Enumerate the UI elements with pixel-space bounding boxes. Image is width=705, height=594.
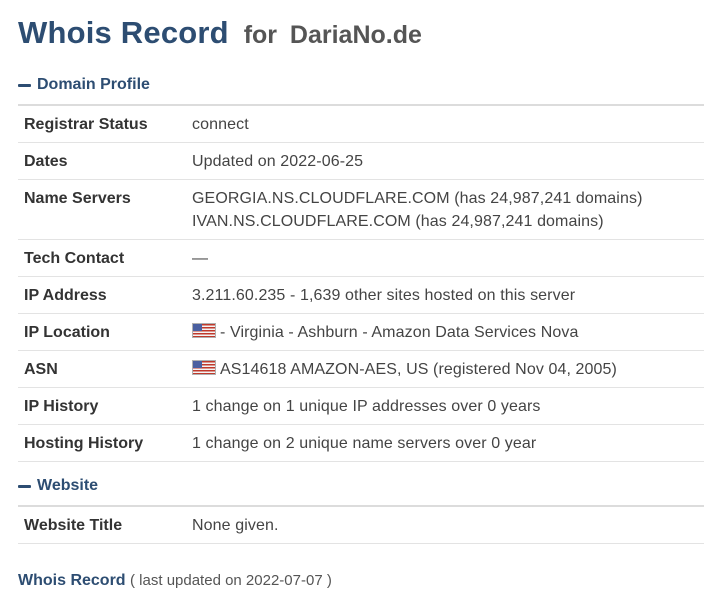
- minus-icon[interactable]: [18, 484, 31, 488]
- page-title-for: for: [243, 21, 278, 49]
- ip-address-label: IP Address: [18, 276, 192, 314]
- footer-last-updated: ( last updated on 2022-07-07 ): [130, 572, 332, 589]
- ip-address-value[interactable]: 3.211.60.235 - 1,639 other sites hosted …: [192, 276, 704, 314]
- name-server-1: GEORGIA.NS.CLOUDFLARE.COM (has 24,987,24…: [192, 190, 643, 207]
- table-row: ASN AS14618 AMAZON-AES, US (registered N…: [18, 350, 704, 388]
- name-server-2: IVAN.NS.CLOUDFLARE.COM (has 24,987,241 d…: [192, 213, 604, 230]
- registrar-status-value: connect: [192, 105, 704, 143]
- website-table: Website Title None given.: [18, 505, 704, 544]
- whois-page: Whois Record for DariaNo.de Domain Profi…: [18, 12, 704, 590]
- name-servers-value: GEORGIA.NS.CLOUDFLARE.COM (has 24,987,24…: [192, 179, 704, 240]
- name-servers-label: Name Servers: [18, 179, 192, 240]
- page-title: Whois Record for DariaNo.de: [18, 12, 704, 52]
- us-flag-icon: [192, 323, 216, 338]
- table-row: Tech Contact —: [18, 239, 704, 277]
- table-row: Registrar Status connect: [18, 105, 704, 143]
- asn-cell: AS14618 AMAZON-AES, US (registered Nov 0…: [192, 350, 704, 388]
- table-row: Dates Updated on 2022-06-25: [18, 142, 704, 180]
- footer-title: Whois Record: [18, 572, 126, 589]
- hosting-history-value[interactable]: 1 change on 2 unique name servers over 0…: [192, 424, 704, 462]
- domain-profile-heading: Domain Profile: [37, 76, 150, 93]
- ip-history-value[interactable]: 1 change on 1 unique IP addresses over 0…: [192, 387, 704, 425]
- hosting-history-label: Hosting History: [18, 424, 192, 462]
- ip-location-cell: - Virginia - Ashburn - Amazon Data Servi…: [192, 313, 704, 351]
- asn-value: AS14618 AMAZON-AES, US (registered Nov 0…: [220, 361, 617, 378]
- dates-value: Updated on 2022-06-25: [192, 142, 704, 180]
- table-row: IP Location - Virginia - Ashburn - Amazo…: [18, 313, 704, 351]
- table-row: Name Servers GEORGIA.NS.CLOUDFLARE.COM (…: [18, 179, 704, 240]
- website-title-value: None given.: [192, 506, 704, 544]
- table-row: IP Address 3.211.60.235 - 1,639 other si…: [18, 276, 704, 314]
- website-title-label: Website Title: [18, 506, 192, 544]
- asn-label: ASN: [18, 350, 192, 388]
- domain-profile-table: Registrar Status connect Dates Updated o…: [18, 104, 704, 462]
- registrar-status-label: Registrar Status: [18, 105, 192, 143]
- table-row: Hosting History 1 change on 2 unique nam…: [18, 424, 704, 462]
- domain-profile-section-header[interactable]: Domain Profile: [18, 71, 704, 99]
- table-row: IP History 1 change on 1 unique IP addre…: [18, 387, 704, 425]
- footer: Whois Record ( last updated on 2022-07-0…: [18, 572, 704, 590]
- page-title-domain: DariaNo.de: [289, 21, 422, 49]
- dates-label: Dates: [18, 142, 192, 180]
- ip-location-value: - Virginia - Ashburn - Amazon Data Servi…: [220, 324, 579, 341]
- page-title-main: Whois Record: [18, 15, 229, 50]
- tech-contact-value: —: [192, 239, 704, 277]
- ip-location-label: IP Location: [18, 313, 192, 351]
- website-heading: Website: [37, 477, 99, 494]
- minus-icon[interactable]: [18, 83, 31, 87]
- website-section-header[interactable]: Website: [18, 472, 704, 500]
- ip-history-label: IP History: [18, 387, 192, 425]
- us-flag-icon: [192, 360, 216, 375]
- tech-contact-label: Tech Contact: [18, 239, 192, 277]
- table-row: Website Title None given.: [18, 506, 704, 544]
